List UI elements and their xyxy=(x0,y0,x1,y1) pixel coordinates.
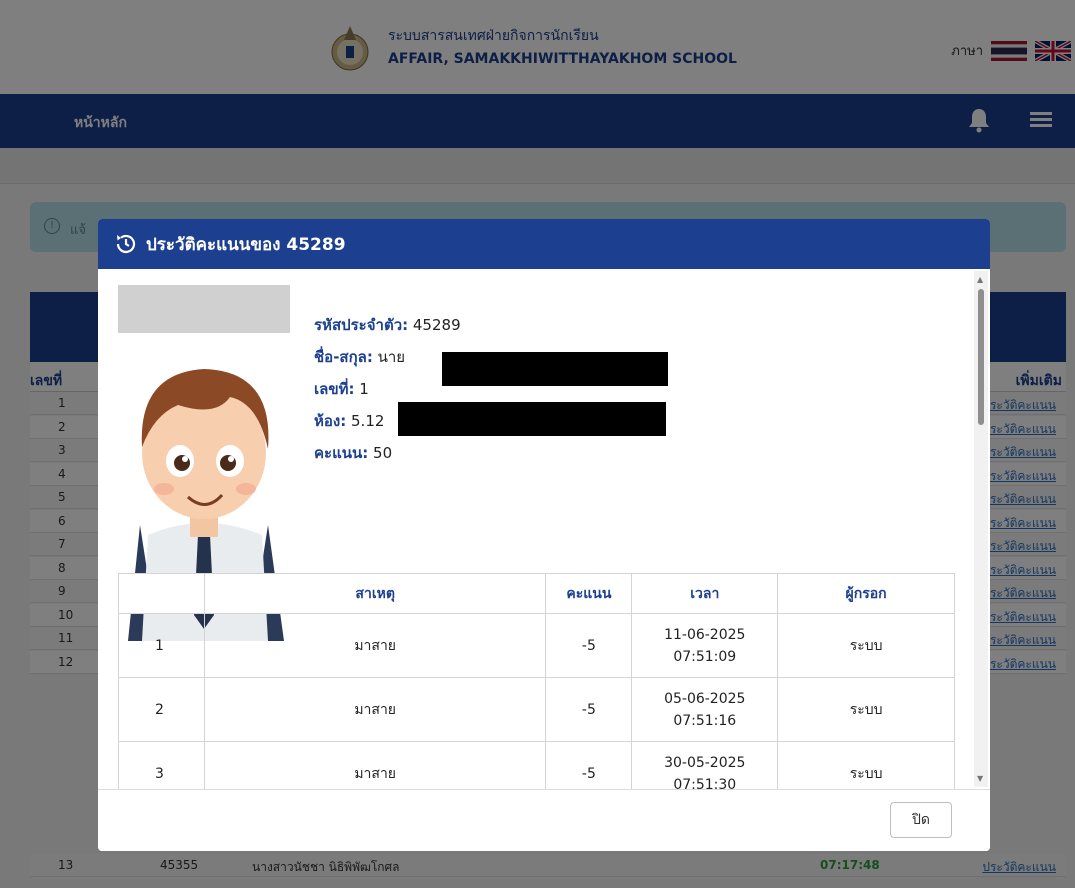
history-col-time: เวลา xyxy=(631,573,779,614)
history-row-reason: มาสาย xyxy=(203,613,547,678)
name-value: นาย xyxy=(377,348,406,366)
history-table: สาเหตุ คะแนน เวลา ผู้กรอก 1 มาสาย -5 11-… xyxy=(118,573,955,789)
history-row-reason: มาสาย xyxy=(203,677,547,742)
history-row-time-text: 07:51:30 xyxy=(673,776,737,790)
modal-header: ประวัติคะแนนของ 45289 xyxy=(98,219,990,269)
history-row-no: 3 xyxy=(118,741,205,789)
number-label: เลขที่: xyxy=(314,380,355,398)
modal-footer: ปิด xyxy=(98,789,990,851)
modal-body: รหัสประจำตัว: 45289 ชื่อ-สกุล: นาย เลขที… xyxy=(98,269,990,789)
history-row: 2 มาสาย -5 05-06-2025 07:51:16 ระบบ xyxy=(118,677,955,742)
info-row-score: คะแนน: 50 xyxy=(314,437,461,469)
student-info: รหัสประจำตัว: 45289 ชื่อ-สกุล: นาย เลขที… xyxy=(314,309,461,469)
score-value: 50 xyxy=(373,444,393,462)
history-row-time: 30-05-2025 07:51:30 xyxy=(631,741,779,790)
id-value: 45289 xyxy=(412,316,461,334)
scroll-up-arrow-icon[interactable]: ▲ xyxy=(977,275,983,284)
history-header-row: สาเหตุ คะแนน เวลา ผู้กรอก xyxy=(118,573,955,614)
history-icon xyxy=(116,234,136,253)
score-history-modal: ประวัติคะแนนของ 45289 รหัสประจำตัว: 4528… xyxy=(98,219,990,851)
scroll-down-arrow-icon[interactable]: ▼ xyxy=(977,774,983,783)
scrollbar-thumb[interactable] xyxy=(978,289,984,425)
history-row-score: -5 xyxy=(545,677,633,742)
history-row-date-text: 05-06-2025 xyxy=(664,690,746,707)
history-row-date-text: 30-05-2025 xyxy=(664,754,746,771)
redaction-bar-surname xyxy=(398,402,666,436)
id-label: รหัสประจำตัว: xyxy=(314,316,409,334)
modal-scrollbar[interactable]: ▲ ▼ xyxy=(974,271,988,787)
history-col-score: คะแนน xyxy=(545,573,633,614)
history-row-recorder: ระบบ xyxy=(777,613,955,678)
room-value: 5.12 xyxy=(351,412,385,430)
info-row-number: เลขที่: 1 xyxy=(314,373,461,405)
redaction-bar-name xyxy=(442,352,668,386)
history-col-recorder: ผู้กรอก xyxy=(777,573,955,614)
history-row-no: 2 xyxy=(118,677,205,742)
history-row-recorder: ระบบ xyxy=(777,677,955,742)
history-row: 3 มาสาย -5 30-05-2025 07:51:30 ระบบ xyxy=(118,741,955,790)
history-row-no: 1 xyxy=(118,613,205,678)
history-row-time: 11-06-2025 07:51:09 xyxy=(631,613,779,678)
close-button[interactable]: ปิด xyxy=(890,802,952,838)
history-row-score: -5 xyxy=(545,741,633,789)
info-row-name: ชื่อ-สกุล: นาย xyxy=(314,341,461,373)
info-row-id: รหัสประจำตัว: 45289 xyxy=(314,309,461,341)
history-row-score: -5 xyxy=(545,613,633,678)
history-row-reason: มาสาย xyxy=(203,741,547,789)
room-label: ห้อง: xyxy=(314,412,347,430)
number-value: 1 xyxy=(359,380,369,398)
history-row-time: 05-06-2025 07:51:16 xyxy=(631,677,779,742)
modal-title: ประวัติคะแนนของ 45289 xyxy=(146,234,346,255)
history-col-reason: สาเหตุ xyxy=(203,573,547,614)
score-label: คะแนน: xyxy=(314,444,369,462)
history-col-no xyxy=(118,573,205,614)
history-row-time-text: 07:51:16 xyxy=(673,712,737,729)
history-row-recorder: ระบบ xyxy=(777,741,955,789)
history-row: 1 มาสาย -5 11-06-2025 07:51:09 ระบบ xyxy=(118,613,955,678)
history-row-time-text: 07:51:09 xyxy=(673,648,737,665)
history-row-date-text: 11-06-2025 xyxy=(664,626,746,643)
name-label: ชื่อ-สกุล: xyxy=(314,348,373,366)
